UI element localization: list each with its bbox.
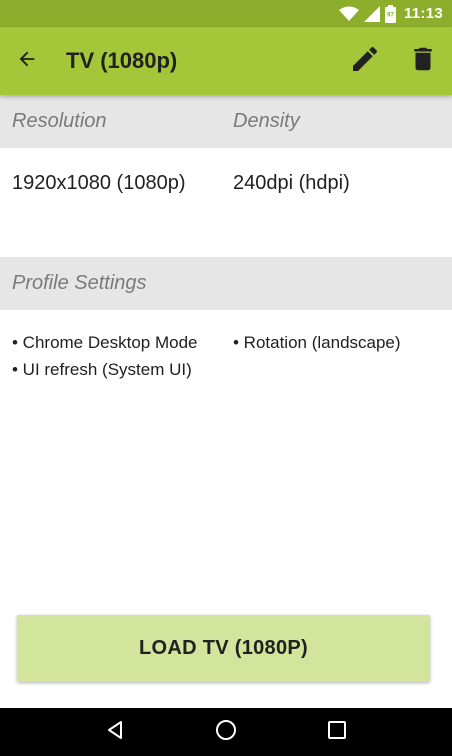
battery-icon: 97 (384, 4, 396, 23)
back-button[interactable] (0, 27, 54, 95)
profile-settings-left-list: • Chrome Desktop Mode • UI refresh (Syst… (12, 329, 197, 383)
page-title: TV (1080p) (66, 48, 178, 73)
list-item: • Rotation (landscape) (233, 333, 401, 352)
list-item: • Chrome Desktop Mode (12, 333, 198, 352)
delete-icon (408, 43, 438, 80)
profile-settings-title: Profile Settings (12, 272, 147, 294)
profile-settings-header: Profile Settings (0, 257, 452, 310)
home-circle-icon (214, 718, 238, 747)
density-header: Density (233, 110, 300, 132)
load-profile-button[interactable]: LOAD TV (1080P) (17, 615, 430, 682)
resolution-value: 1920x1080 (1080p) (12, 172, 186, 194)
nav-recents-button[interactable] (313, 708, 361, 756)
resolution-header: Resolution (12, 110, 107, 132)
back-arrow-icon (16, 48, 38, 75)
signal-icon (363, 5, 380, 22)
battery-level: 97 (387, 12, 394, 18)
nav-back-button[interactable] (91, 708, 139, 756)
nav-home-button[interactable] (202, 708, 250, 756)
app-bar: TV (1080p) (0, 27, 452, 95)
edit-icon (349, 43, 381, 80)
list-item: • UI refresh (System UI) (12, 360, 192, 379)
delete-button[interactable] (394, 27, 452, 95)
profile-settings-right-list: • Rotation (landscape) (233, 329, 401, 356)
status-time: 11:13 (403, 5, 443, 22)
display-section-header: Resolution Density (0, 95, 452, 148)
edit-button[interactable] (336, 27, 394, 95)
navigation-bar (0, 708, 452, 756)
recents-square-icon (326, 719, 348, 746)
density-value: 240dpi (hdpi) (233, 172, 350, 194)
wifi-icon (338, 6, 359, 22)
screen: 97 11:13 TV (1080p) Resolution Density 1… (0, 0, 452, 756)
back-triangle-icon (104, 719, 126, 746)
status-bar: 97 11:13 (0, 0, 452, 27)
